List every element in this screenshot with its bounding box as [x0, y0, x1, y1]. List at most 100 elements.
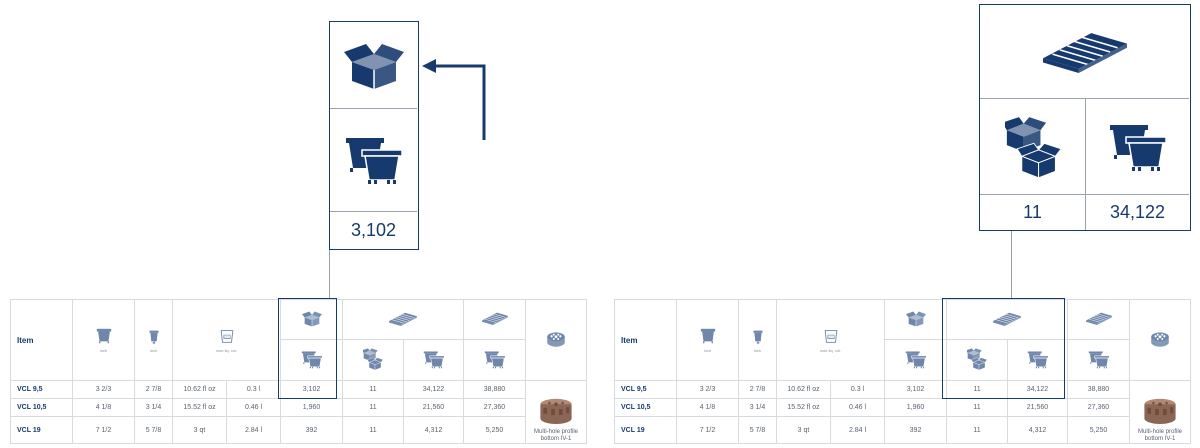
row-diameter: 4 1/8 — [72, 398, 135, 417]
spec-table-right: Item inch inch max liq. vol. VCL 9,5 3 2… — [614, 299, 1191, 444]
callout-connector — [1011, 231, 1012, 299]
header-pots-per-pallet — [403, 339, 464, 381]
row-volume-floz: 3 qt — [172, 416, 227, 444]
row-volume-l: 2.84 l — [226, 416, 281, 444]
row-item-name: VCL 10,5 — [614, 398, 677, 417]
pots-stack-icon — [301, 350, 323, 369]
flow-arrow — [422, 59, 486, 140]
row-pots-per-pallet-b: 5,250 — [463, 416, 526, 444]
row-height: 5 7/8 — [134, 416, 173, 444]
row-pots-per-pallet-b: 27,360 — [463, 398, 526, 417]
carton-open-icon — [344, 40, 404, 90]
pallet-callout: 11 34,122 — [979, 4, 1191, 231]
profile-caption: Multi-hole profile bottom IV-1 — [1137, 429, 1183, 442]
pots-stack-icon — [484, 350, 506, 369]
table-row: VCL 19 7 1/2 5 7/8 3 qt 2.84 l 392 11 4,… — [10, 416, 587, 444]
pots-stack-icon — [1027, 350, 1049, 369]
header-item: Item — [10, 299, 73, 381]
header-cartons-per-pallet — [342, 339, 404, 381]
pots-stack-icon — [905, 350, 927, 369]
header-carton — [280, 299, 343, 340]
row-cartons-per-pallet: 11 — [342, 416, 404, 444]
cartons-per-pallet-value: 11 — [1023, 202, 1042, 222]
table-row: VCL 10,5 4 1/8 3 1/4 15.52 fl oz 0.46 l … — [614, 398, 1191, 417]
pallet-icon — [389, 312, 417, 326]
row-volume-floz: 10.62 fl oz — [172, 380, 227, 399]
cartons-stack-icon — [1005, 114, 1061, 180]
header-pots-per-carton — [884, 339, 947, 381]
header-volume: max liq. vol. — [172, 299, 281, 381]
pot-height-icon — [749, 327, 767, 345]
profile-bottom-icon — [1149, 328, 1171, 350]
row-diameter: 7 1/2 — [72, 416, 135, 444]
table-row: VCL 9,5 3 2/3 2 7/8 10.62 fl oz 0.3 l 3,… — [10, 380, 587, 444]
product-image — [538, 397, 574, 427]
row-pots-per-pallet: 21,560 — [403, 398, 464, 417]
row-pots-per-carton: 3,102 — [884, 380, 947, 399]
header-pallet-a — [342, 299, 464, 340]
header-top-diameter: inch — [676, 299, 739, 381]
pallet-icon — [993, 312, 1021, 326]
pot-diameter-icon — [95, 327, 113, 345]
row-pots-per-pallet-b: 5,250 — [1067, 416, 1130, 444]
pallet-icon — [1086, 312, 1112, 325]
row-height: 2 7/8 — [134, 380, 173, 399]
row-pots-per-pallet: 4,312 — [1007, 416, 1068, 444]
row-volume-floz: 15.52 fl oz — [172, 398, 227, 417]
pots-stack-icon — [423, 350, 445, 369]
row-volume-floz: 15.52 fl oz — [776, 398, 831, 417]
row-pots-per-pallet-b: 38,880 — [463, 380, 526, 399]
row-pots-per-carton: 1,960 — [884, 398, 947, 417]
volume-icon — [218, 327, 236, 345]
row-height: 3 1/4 — [738, 398, 777, 417]
row-item-name: VCL 9,5 — [614, 380, 677, 399]
header-pots-per-pallet — [1007, 339, 1068, 381]
volume-icon — [822, 327, 840, 345]
row-diameter: 3 2/3 — [676, 380, 739, 399]
row-volume-l: 0.46 l — [226, 398, 281, 417]
row-pots-per-pallet-b: 27,360 — [1067, 398, 1130, 417]
row-volume-l: 0.46 l — [830, 398, 885, 417]
carton-open-icon — [906, 310, 926, 327]
header-top-diameter: inch — [72, 299, 135, 381]
pots-stack-icon — [344, 134, 404, 186]
header-profile — [1129, 299, 1191, 381]
row-item-name: VCL 19 — [10, 416, 73, 444]
pots-stack-icon — [1088, 350, 1110, 369]
row-cartons-per-pallet: 11 — [946, 416, 1008, 444]
pots-per-carton-value: 3,102 — [350, 220, 397, 240]
cartons-stack-icon — [967, 347, 987, 371]
pallet-icon — [482, 312, 508, 325]
profile-bottom-icon — [545, 328, 567, 350]
spec-table-left: Item inch inch max liq. vol. VCL 9,5 3 2… — [10, 299, 587, 444]
carton-open-icon — [302, 310, 322, 327]
header-height: inch — [134, 299, 173, 381]
row-pots-per-carton: 1,960 — [280, 398, 343, 417]
pallet-icon — [1043, 31, 1127, 73]
header-pots-per-carton — [280, 339, 343, 381]
header-item: Item — [614, 299, 677, 381]
row-pots-per-carton: 392 — [884, 416, 947, 444]
profile-cell: Multi-hole profile bottom IV-1 — [525, 380, 587, 444]
profile-cell: Multi-hole profile bottom IV-1 — [1129, 380, 1191, 444]
carton-callout: 3,102 — [329, 21, 419, 250]
row-cartons-per-pallet: 11 — [946, 398, 1008, 417]
row-pots-per-pallet: 21,560 — [1007, 398, 1068, 417]
header-pallet-a — [946, 299, 1068, 340]
header-pallet-b — [463, 299, 526, 340]
profile-caption: Multi-hole profile bottom IV-1 — [533, 429, 579, 442]
row-diameter: 3 2/3 — [72, 380, 135, 399]
row-pots-per-pallet: 34,122 — [403, 380, 464, 399]
row-cartons-per-pallet: 11 — [342, 380, 404, 399]
header-volume: max liq. vol. — [776, 299, 885, 381]
row-pots-per-carton: 3,102 — [280, 380, 343, 399]
row-pots-per-pallet-b: 38,880 — [1067, 380, 1130, 399]
header-pallet-b — [1067, 299, 1130, 340]
table-row: VCL 9,5 3 2/3 2 7/8 10.62 fl oz 0.3 l 3,… — [614, 380, 1191, 444]
row-height: 5 7/8 — [738, 416, 777, 444]
row-pots-per-carton: 392 — [280, 416, 343, 444]
row-cartons-per-pallet: 11 — [946, 380, 1008, 399]
header-carton — [884, 299, 947, 340]
row-volume-floz: 10.62 fl oz — [776, 380, 831, 399]
row-pots-per-pallet: 4,312 — [403, 416, 464, 444]
